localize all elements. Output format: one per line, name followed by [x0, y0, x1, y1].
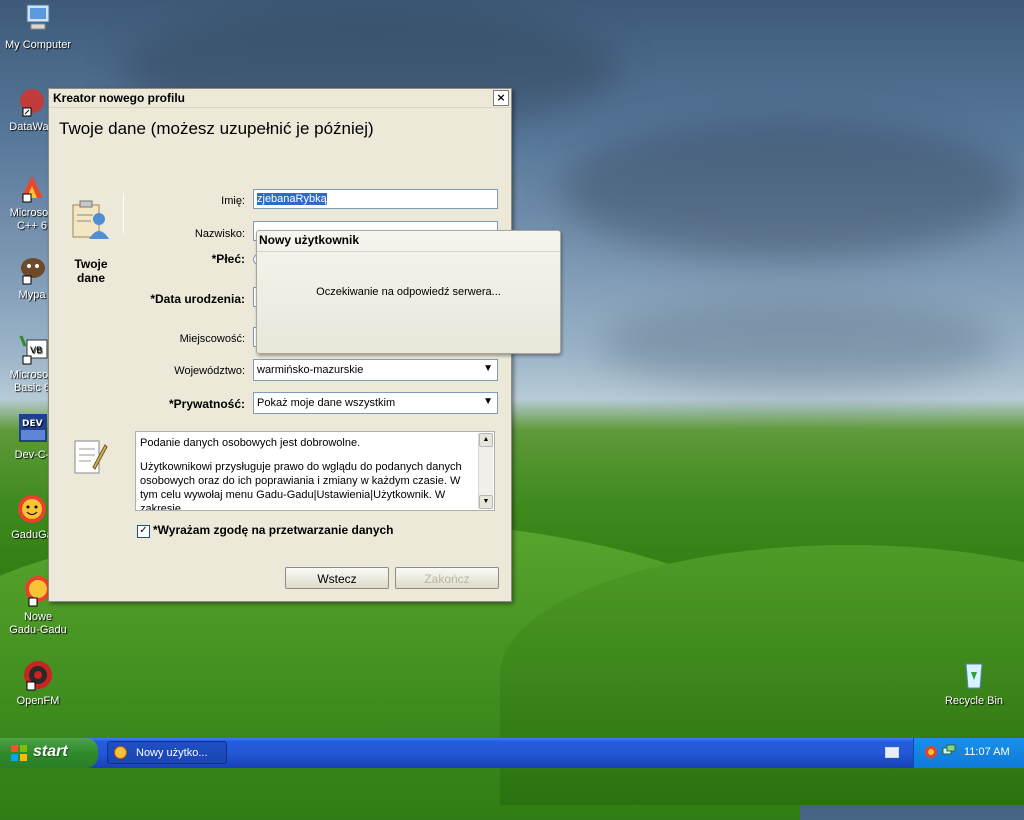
- consent-checkbox[interactable]: ✓: [137, 525, 150, 538]
- last-name-label: Nazwisko:: [194, 228, 245, 240]
- computer-icon: [21, 2, 55, 36]
- privacy-value: Pokaż moje dane wszystkim: [257, 397, 396, 409]
- close-button[interactable]: ×: [493, 90, 509, 106]
- windows-logo-icon: [10, 744, 28, 762]
- dialog-message: Oczekiwanie na odpowiedź serwera...: [316, 286, 501, 298]
- dialog-separator: [257, 251, 560, 252]
- privacy-notice-text[interactable]: Podanie danych osobowych jest dobrowolne…: [135, 431, 495, 511]
- desktop-icon-openfm[interactable]: OpenFM: [0, 658, 76, 708]
- province-select[interactable]: warmińsko-mazurskie ▼: [253, 359, 498, 381]
- gadugadu-status-icon[interactable]: [924, 745, 938, 759]
- visual-cpp-icon: [15, 170, 49, 204]
- birth-date-label: *Data urodzenia:: [150, 292, 245, 306]
- dialog-title: Nowy użytkownik: [259, 233, 360, 247]
- taskbar-item-label: Nowy użytko...: [136, 747, 208, 759]
- first-name-label: Imię:: [221, 195, 245, 207]
- province-label: Województwo:: [174, 365, 245, 377]
- network-icon[interactable]: [942, 744, 956, 758]
- start-button[interactable]: start: [0, 738, 98, 768]
- window-title: Kreator nowego profilu: [53, 91, 185, 105]
- datawag-icon: [15, 84, 49, 118]
- recycle-bin-icon: [957, 658, 991, 692]
- notice-paragraph: Podanie danych osobowych jest dobrowolne…: [140, 437, 361, 449]
- dropdown-arrow-icon: ▼: [483, 363, 493, 374]
- devcpp-icon: DEV: [15, 412, 49, 446]
- back-button[interactable]: Wstecz: [285, 567, 389, 589]
- scroll-down-icon[interactable]: ▼: [479, 495, 493, 509]
- user-profile-icon: [71, 199, 111, 243]
- scroll-up-icon[interactable]: ▲: [479, 433, 493, 447]
- privacy-select[interactable]: Pokaż moje dane wszystkim ▼: [253, 392, 498, 414]
- gadugadu-icon: [15, 492, 49, 526]
- svg-text:VB: VB: [30, 346, 42, 356]
- clock[interactable]: 11:07 AM: [964, 746, 1010, 758]
- first-name-value: zjebanaRybką: [257, 193, 327, 205]
- svg-text:DEV: DEV: [22, 419, 43, 429]
- desktop-icon-recycle-bin[interactable]: Recycle Bin: [936, 658, 1012, 708]
- visual-basic-icon: VB: [15, 332, 49, 366]
- city-label: Miejscowość:: [179, 333, 245, 345]
- gadugadu-icon: [114, 746, 127, 759]
- side-label: Twoje dane: [74, 257, 108, 285]
- keyboard-icon[interactable]: [885, 747, 899, 758]
- desktop-icon-my-computer[interactable]: My Computer: [0, 2, 76, 52]
- privacy-label: *Prywatność:: [168, 397, 245, 411]
- notice-paragraph: Użytkownikowi przysługuje prawo do wgląd…: [140, 461, 462, 511]
- start-label: start: [33, 743, 68, 760]
- system-tray: 11:07 AM: [913, 738, 1024, 768]
- window-titlebar[interactable]: Kreator nowego profilu ×: [49, 89, 511, 108]
- document-pencil-icon: [71, 437, 109, 477]
- new-user-dialog: Nowy użytkownik Oczekiwanie na odpowiedź…: [256, 230, 561, 354]
- openfm-icon: [21, 658, 55, 692]
- gender-label: *Płeć:: [211, 252, 245, 266]
- consent-label: *Wyrażam zgodę na przetwarzanie danych: [153, 523, 394, 537]
- province-value: warmińsko-mazurskie: [257, 364, 364, 376]
- taskbar-item-new-user[interactable]: Nowy użytko...: [107, 741, 227, 764]
- first-name-input[interactable]: zjebanaRybką: [253, 189, 498, 209]
- taskbar: start Nowy użytko... 11:07 AM: [0, 738, 1024, 768]
- dropdown-arrow-icon: ▼: [483, 396, 493, 407]
- finish-button[interactable]: Zakończ: [395, 567, 499, 589]
- page-heading: Twoje dane (możesz uzupełnić je później): [59, 119, 374, 138]
- notice-scrollbar[interactable]: ▲ ▼: [478, 433, 493, 509]
- mypa-icon: [15, 252, 49, 286]
